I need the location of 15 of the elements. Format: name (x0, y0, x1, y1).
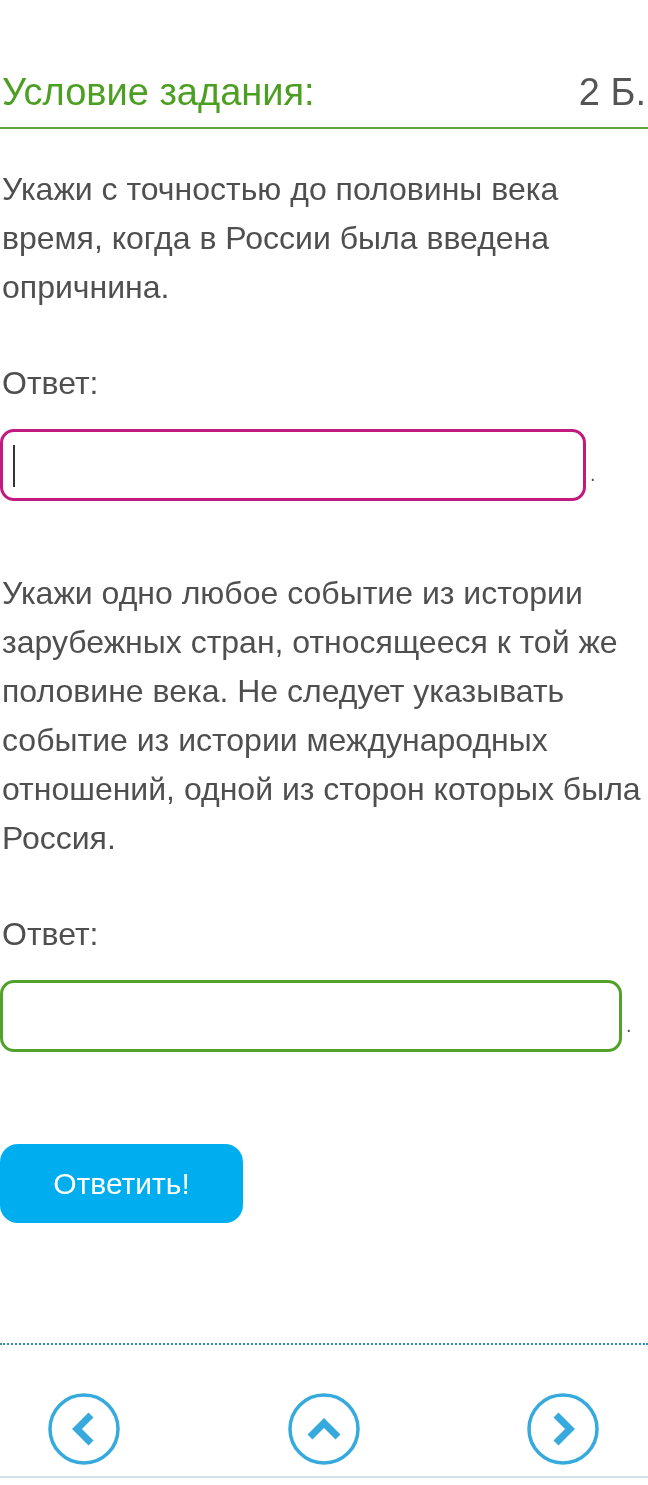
text-cursor-icon (13, 445, 15, 487)
answer-label: Ответ: (1, 364, 99, 403)
circle-chevron-right-icon[interactable] (527, 1393, 599, 1465)
question-text: Укажи одно любое событие из истории зарубежных стран, относящееся к той же половине века. Не следует указывать событие из истории международных отношений, одной из сторон которых была Россия. (1, 574, 642, 858)
circle-chevron-left-icon[interactable] (48, 1393, 120, 1465)
submit-button[interactable]: Ответить! (0, 1144, 243, 1223)
question-text: Укажи с точностью до половины века время, когда в России была введена опричнина. (1, 170, 560, 307)
circle-chevron-up-icon[interactable] (287, 1393, 360, 1465)
field-suffix: . (590, 462, 596, 486)
field-suffix: . (626, 1013, 632, 1037)
task-title: Условие задания: (2, 70, 315, 115)
answer-label: Ответ: (1, 915, 99, 954)
task-points: 2 Б. (578, 70, 646, 115)
answer-field[interactable] (0, 980, 622, 1052)
answer-field[interactable] (0, 429, 586, 501)
